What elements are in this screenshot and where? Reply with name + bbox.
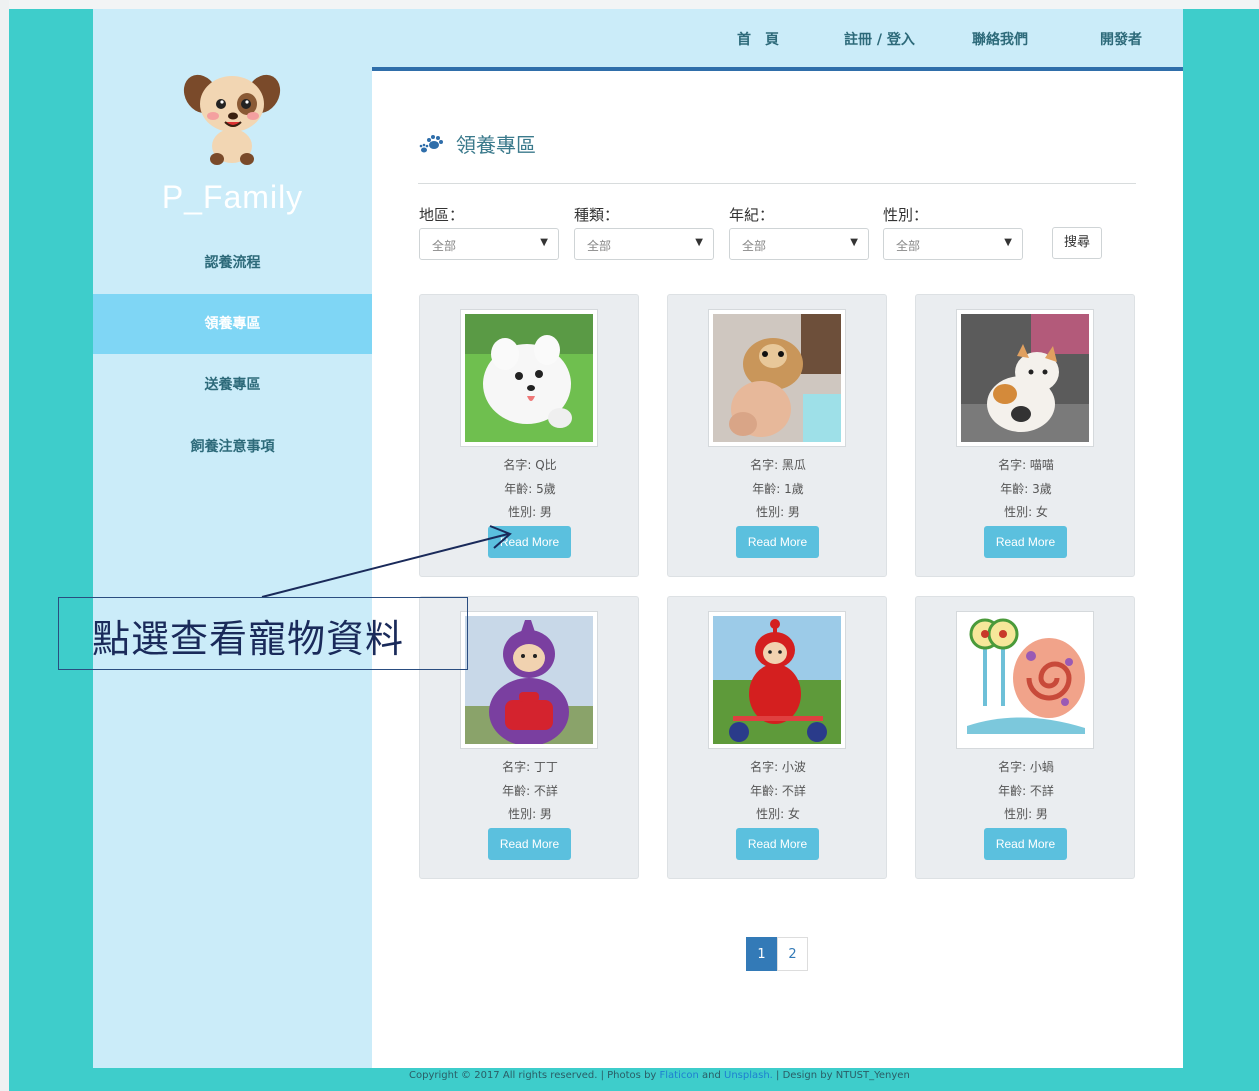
pet-image-cat xyxy=(961,314,1089,442)
footer-and: and xyxy=(698,1070,724,1081)
pet-gender: 性別: 女 xyxy=(1004,505,1048,519)
pet-name: 名字: 小蝸 xyxy=(998,760,1054,774)
pet-gender: 性別: 男 xyxy=(1004,807,1048,821)
footer-design: | Design by NTUST_Yenyen xyxy=(772,1070,910,1081)
age-select[interactable]: 全部 ▼ xyxy=(729,228,869,260)
pet-gender: 性別: 女 xyxy=(756,807,800,821)
pet-image-tinky-winky xyxy=(465,616,593,744)
paw-icon xyxy=(419,135,443,153)
pet-age: 年齡: 5歲 xyxy=(504,482,556,496)
dog-logo-icon[interactable] xyxy=(179,64,285,166)
read-more-button[interactable]: Read More xyxy=(488,828,571,860)
pet-image-snail xyxy=(961,616,1089,744)
pet-name: 名字: 喵喵 xyxy=(998,458,1054,472)
pet-card: 名字: 小蝸 年齡: 不詳 性別: 男 Read More xyxy=(915,596,1135,879)
pet-gender: 性別: 男 xyxy=(756,505,800,519)
pet-photo[interactable] xyxy=(708,309,846,447)
read-more-button[interactable]: Read More xyxy=(984,828,1067,860)
footer: Copyright © 2017 All rights reserved. | … xyxy=(409,1070,1009,1081)
chevron-down-icon: ▼ xyxy=(1004,237,1012,248)
title-divider xyxy=(418,183,1136,184)
pet-photo[interactable] xyxy=(956,309,1094,447)
page-title: 領養專區 xyxy=(456,133,536,157)
footer-unsplash-link[interactable]: Unsplash. xyxy=(724,1070,773,1081)
gender-select-value: 全部 xyxy=(896,239,921,253)
pet-photo[interactable] xyxy=(708,611,846,749)
age-select-value: 全部 xyxy=(742,239,767,253)
pet-gender: 性別: 男 xyxy=(508,505,552,519)
page-2-button[interactable]: 2 xyxy=(777,937,808,971)
pet-name: 名字: 小波 xyxy=(750,760,806,774)
sidebar-item-rehoming-area[interactable]: 送養專區 xyxy=(93,355,372,415)
read-more-button[interactable]: Read More xyxy=(736,828,819,860)
filter-label-species: 種類： xyxy=(574,206,620,224)
filter-label-region: 地區： xyxy=(419,206,465,224)
pet-name: 名字: 黑瓜 xyxy=(750,458,806,472)
pet-card: 名字: 黑瓜 年齡: 1歲 性別: 男 Read More xyxy=(667,294,887,577)
sidebar: P_Family 認養流程 領養專區 送養專區 飼養注意事項 xyxy=(93,9,372,1068)
species-select-value: 全部 xyxy=(587,239,612,253)
pet-name: 名字: 丁丁 xyxy=(502,760,558,774)
read-more-button[interactable]: Read More xyxy=(736,526,819,558)
pet-age: 年齡: 不詳 xyxy=(750,784,806,798)
nav-contact[interactable]: 聯絡我們 xyxy=(972,29,1028,49)
nav-register-login[interactable]: 註冊 / 登入 xyxy=(844,29,915,49)
pet-image-pomeranian xyxy=(465,314,593,442)
footer-flaticon-link[interactable]: Flaticon xyxy=(660,1070,699,1081)
pet-card: 名字: 小波 年齡: 不詳 性別: 女 Read More xyxy=(667,596,887,879)
search-button[interactable]: 搜尋 xyxy=(1052,227,1102,259)
chevron-down-icon: ▼ xyxy=(850,237,858,248)
pet-age: 年齡: 1歲 xyxy=(752,482,804,496)
sidebar-item-adoption-process[interactable]: 認養流程 xyxy=(93,233,372,293)
gender-select[interactable]: 全部 ▼ xyxy=(883,228,1023,260)
pet-photo[interactable] xyxy=(460,309,598,447)
frame-right xyxy=(1183,0,1259,1091)
nav-developer[interactable]: 開發者 xyxy=(1100,29,1142,49)
pet-image-po xyxy=(713,616,841,744)
pet-age: 年齡: 不詳 xyxy=(998,784,1054,798)
frame-top xyxy=(0,0,1259,9)
pet-photo[interactable] xyxy=(956,611,1094,749)
filter-label-gender: 性別： xyxy=(883,206,929,224)
sidebar-item-adoption-area[interactable]: 領養專區 xyxy=(93,294,372,354)
pet-name: 名字: Q比 xyxy=(503,458,557,472)
brand-title: P_Family xyxy=(161,179,304,215)
read-more-button[interactable]: Read More xyxy=(984,526,1067,558)
frame-left xyxy=(0,0,93,1091)
nav-home[interactable]: 首 頁 xyxy=(737,29,779,49)
nav-underline xyxy=(372,67,1183,71)
sidebar-item-care-notes[interactable]: 飼養注意事項 xyxy=(93,417,372,477)
top-nav-bar: 首 頁 註冊 / 登入 聯絡我們 開發者 xyxy=(372,9,1183,67)
read-more-button[interactable]: Read More xyxy=(488,526,571,558)
main-content: 首 頁 註冊 / 登入 聯絡我們 開發者 領養專區 地區： 全部 ▼ 種類： 全部… xyxy=(372,9,1183,1068)
pet-gender: 性別: 男 xyxy=(508,807,552,821)
pet-photo[interactable] xyxy=(460,611,598,749)
frame-edge xyxy=(0,0,9,1091)
filter-label-age: 年紀： xyxy=(729,206,775,224)
chevron-down-icon: ▼ xyxy=(540,237,548,248)
region-select-value: 全部 xyxy=(432,239,457,253)
page-1-button[interactable]: 1 xyxy=(746,937,777,971)
pet-card: 名字: Q比 年齡: 5歲 性別: 男 Read More xyxy=(419,294,639,577)
pet-age: 年齡: 3歲 xyxy=(1000,482,1052,496)
footer-copyright: Copyright © 2017 All rights reserved. | … xyxy=(409,1070,660,1081)
pet-image-hamster xyxy=(713,314,841,442)
annotation-text: 點選查看寵物資料 xyxy=(92,617,405,661)
species-select[interactable]: 全部 ▼ xyxy=(574,228,714,260)
region-select[interactable]: 全部 ▼ xyxy=(419,228,559,260)
chevron-down-icon: ▼ xyxy=(695,237,703,248)
pet-card: 名字: 喵喵 年齡: 3歲 性別: 女 Read More xyxy=(915,294,1135,577)
pet-age: 年齡: 不詳 xyxy=(502,784,558,798)
